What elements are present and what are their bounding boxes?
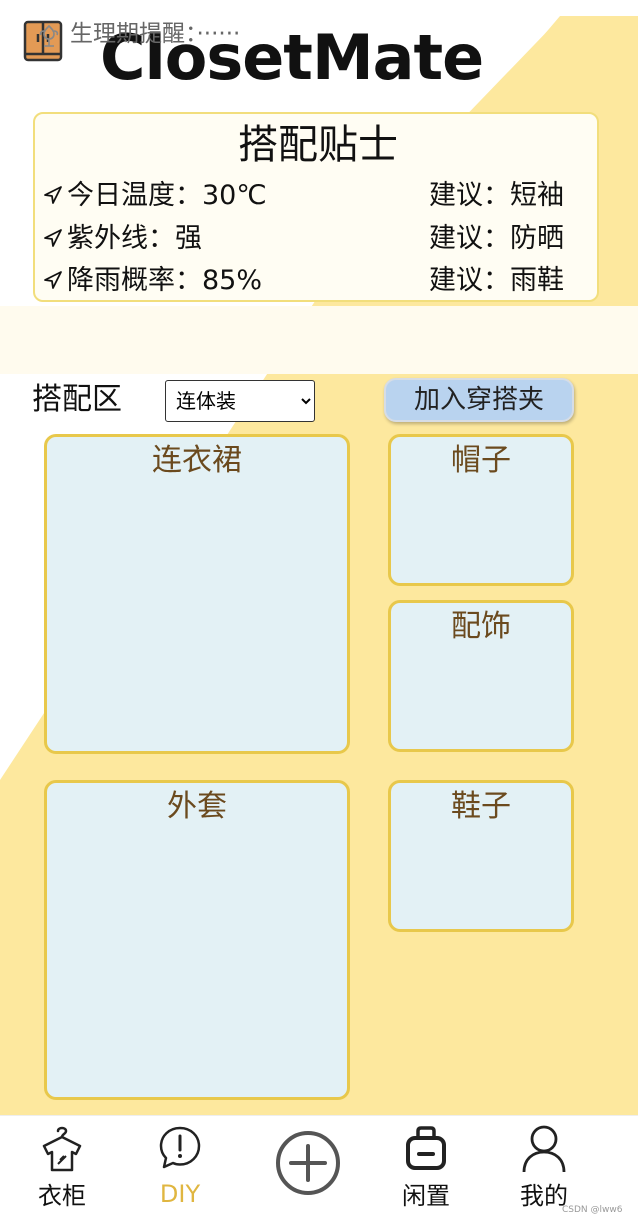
chat-alert-icon [154, 1122, 206, 1174]
nav-idle-label: 闲置 [402, 1182, 450, 1210]
bottom-nav: 衣柜 DIY 闲置 我的 [0, 1115, 638, 1224]
slot-accessory-label: 配饰 [451, 609, 511, 644]
nav-add-button[interactable] [257, 1116, 357, 1224]
navigation-arrow-icon [43, 262, 67, 302]
plus-circle-icon [275, 1130, 341, 1196]
tip-uv-advice: 建议：防晒 [429, 223, 564, 254]
slot-coat-label: 外套 [167, 789, 227, 824]
nav-diy-label: DIY [159, 1180, 201, 1208]
slot-dress-label: 连衣裙 [152, 443, 242, 478]
nav-wardrobe-label: 衣柜 [38, 1182, 86, 1210]
match-area-label: 搭配区 [32, 382, 122, 417]
tip-temperature-text: 今日温度：30℃ [67, 180, 267, 211]
period-reminder[interactable] [0, 306, 638, 374]
nav-wardrobe[interactable]: 衣柜 [12, 1116, 112, 1224]
slot-coat[interactable]: 外套 [44, 780, 350, 1100]
reminder-text: 生理期提醒：······ [70, 21, 241, 47]
slot-shoes[interactable]: 鞋子 [388, 780, 574, 932]
slot-accessory[interactable]: 配饰 [388, 600, 574, 752]
slot-hat-label: 帽子 [451, 443, 511, 478]
slot-dress[interactable]: 连衣裙 [44, 434, 350, 754]
nav-diy[interactable]: DIY [130, 1116, 230, 1224]
watermark: CSDN @lww6 [562, 1205, 623, 1215]
tip-uv: 紫外线：强 [43, 219, 202, 259]
tips-card: 搭配贴士 今日温度：30℃ 建议：短袖 紫外线：强 建议：防晒 降雨概率：85%… [33, 112, 599, 302]
nav-idle[interactable]: 闲置 [376, 1116, 476, 1224]
tip-temperature-advice: 建议：短袖 [429, 180, 564, 211]
slot-shoes-label: 鞋子 [451, 789, 511, 824]
tips-title: 搭配贴士 [238, 122, 398, 168]
user-icon [518, 1122, 570, 1174]
tip-uv-text: 紫外线：强 [67, 223, 202, 254]
bag-icon [400, 1122, 452, 1174]
slot-hat[interactable]: 帽子 [388, 434, 574, 586]
navigation-arrow-icon [43, 177, 67, 217]
tip-temperature: 今日温度：30℃ [43, 176, 267, 216]
tip-rain-advice: 建议：雨鞋 [429, 265, 564, 296]
navigation-arrow-icon [43, 220, 67, 260]
tip-rain-text: 降雨概率：85% [67, 265, 263, 296]
hanger-shirt-icon [36, 1122, 88, 1174]
flower-icon [36, 22, 62, 48]
add-to-outfit-button[interactable]: 加入穿搭夹 [384, 378, 574, 422]
tip-rain: 降雨概率：85% [43, 261, 262, 301]
category-select[interactable]: 连体装 [165, 380, 315, 422]
